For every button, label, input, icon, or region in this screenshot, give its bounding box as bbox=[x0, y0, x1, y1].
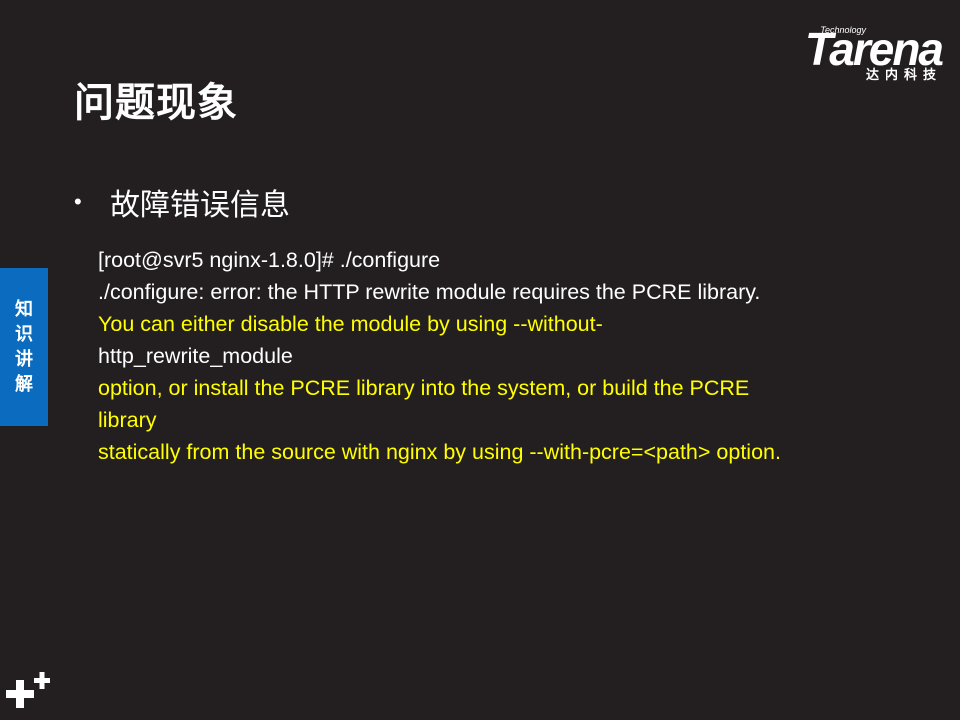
output-line: library bbox=[98, 408, 157, 432]
side-tab-char: 解 bbox=[15, 374, 33, 394]
output-line: [root@svr5 nginx-1.8.0]# ./configure bbox=[98, 248, 441, 272]
error-output-block: [root@svr5 nginx-1.8.0]# ./configure ./c… bbox=[98, 244, 918, 468]
bullet-item: • 故障错误信息 bbox=[74, 180, 290, 224]
bullet-dot-icon: • bbox=[74, 189, 82, 214]
bullet-text: 故障错误信息 bbox=[110, 189, 290, 222]
slide-title: 问题现象 bbox=[74, 81, 238, 125]
side-tab-char: 讲 bbox=[15, 349, 33, 369]
tarena-logo: Technology Tarena 达内科技 bbox=[774, 22, 944, 82]
side-tab-char: 知 bbox=[15, 299, 33, 319]
plus-icon bbox=[6, 672, 50, 708]
knowledge-side-tab: 知 识 讲 解 bbox=[0, 268, 48, 426]
output-line: ./configure: error: the HTTP rewrite mod… bbox=[98, 280, 761, 304]
side-tab-char: 识 bbox=[15, 324, 33, 344]
output-line: You can either disable the module by usi… bbox=[98, 312, 603, 336]
output-line: option, or install the PCRE library into… bbox=[98, 376, 750, 400]
output-line: http_rewrite_module bbox=[98, 344, 293, 368]
logo-chinese-text: 达内科技 bbox=[865, 67, 942, 82]
output-line: statically from the source with nginx by… bbox=[98, 440, 781, 464]
